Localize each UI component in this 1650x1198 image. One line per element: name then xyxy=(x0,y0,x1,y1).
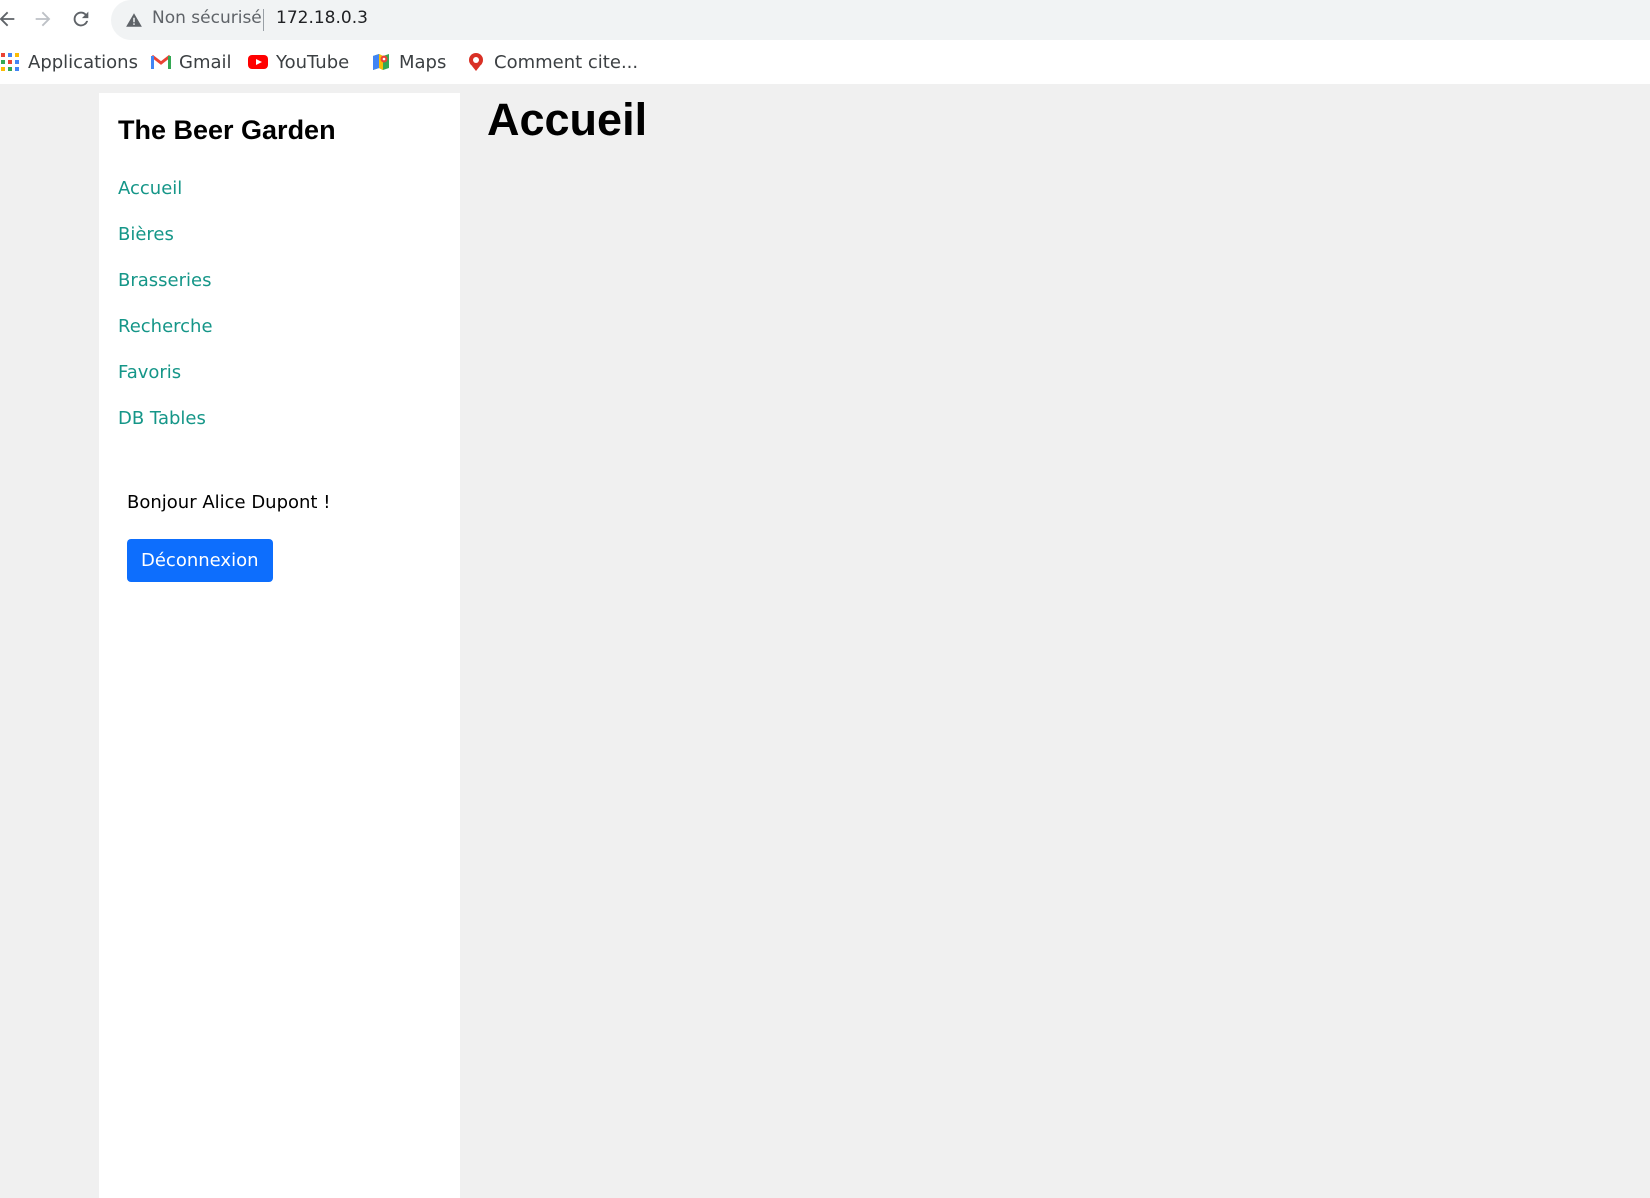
bookmarks-bar: Applications Gmail YouTube Maps Comment … xyxy=(0,40,1650,84)
address-bar[interactable]: Non sécurisé 172.18.0.3 xyxy=(111,0,1650,40)
security-status-label[interactable]: Non sécurisé xyxy=(152,8,262,28)
bookmark-label: Applications xyxy=(28,51,138,73)
site-title: The Beer Garden xyxy=(118,115,336,145)
nav-link-recherche[interactable]: Recherche xyxy=(118,316,213,337)
bookmark-label: Maps xyxy=(399,51,447,73)
page-title: Accueil xyxy=(487,94,648,145)
url-text[interactable]: 172.18.0.3 xyxy=(276,8,368,28)
bookmark-applications[interactable]: Applications xyxy=(0,40,138,84)
reload-icon xyxy=(73,11,89,27)
back-button[interactable] xyxy=(0,4,22,34)
bookmark-comment-cite[interactable]: Comment cite... xyxy=(466,40,638,84)
nav-item: Accueil xyxy=(118,165,213,211)
sidebar: The Beer Garden Accueil Bières Brasserie… xyxy=(99,93,460,1198)
apps-grid-icon xyxy=(0,52,20,72)
bookmark-label: Comment cite... xyxy=(494,51,639,73)
arrow-right-icon xyxy=(35,11,51,27)
nav-item: Recherche xyxy=(118,303,213,349)
nav-item: DB Tables xyxy=(118,395,213,441)
bookmark-youtube[interactable]: YouTube xyxy=(248,40,349,84)
arrow-left-icon xyxy=(0,11,15,27)
bookmark-label: Gmail xyxy=(179,51,232,73)
nav-link-db-tables[interactable]: DB Tables xyxy=(118,408,206,429)
nav-item: Brasseries xyxy=(118,257,213,303)
nav-link-favoris[interactable]: Favoris xyxy=(118,362,181,383)
bookmark-gmail[interactable]: Gmail xyxy=(151,40,232,84)
nav-item: Bières xyxy=(118,211,213,257)
browser-address-row: Non sécurisé 172.18.0.3 xyxy=(0,0,1650,40)
reload-button[interactable] xyxy=(66,4,96,34)
bookmark-label: YouTube xyxy=(276,51,350,73)
nav-link-accueil[interactable]: Accueil xyxy=(118,178,182,199)
bookmark-maps[interactable]: Maps xyxy=(371,40,446,84)
sidebar-nav: Accueil Bières Brasseries Recherche Favo… xyxy=(118,165,213,441)
logout-button[interactable]: Déconnexion xyxy=(127,539,273,582)
user-greeting: Bonjour Alice Dupont ! xyxy=(127,492,331,513)
gmail-icon xyxy=(151,52,171,72)
warning-icon xyxy=(126,13,142,27)
nav-item: Favoris xyxy=(118,349,213,395)
nav-link-brasseries[interactable]: Brasseries xyxy=(118,270,211,291)
nav-link-bieres[interactable]: Bières xyxy=(118,224,174,245)
page-content: The Beer Garden Accueil Bières Brasserie… xyxy=(0,84,1650,1198)
forward-button[interactable] xyxy=(28,4,58,34)
youtube-icon xyxy=(248,52,268,72)
maps-icon xyxy=(371,52,391,72)
bookmark-site-icon xyxy=(466,52,486,72)
omnibox-divider xyxy=(263,9,264,31)
